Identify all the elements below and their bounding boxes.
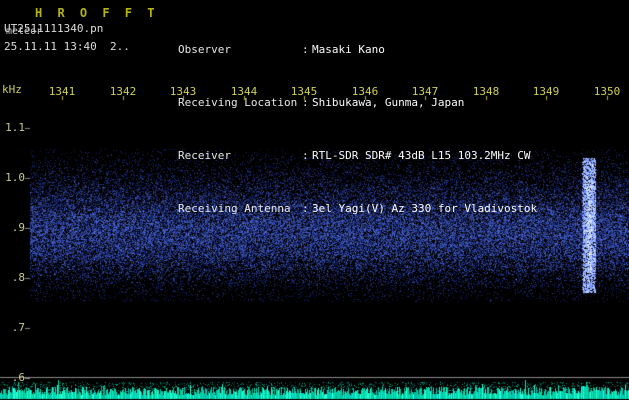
x-tick-label: 1342: [109, 85, 137, 98]
app-title: H R O F F T: [35, 6, 159, 20]
datetime-label: 25.11.11 13:40 2..: [4, 40, 130, 53]
y-tick-label: 1.0: [5, 171, 25, 184]
header-info: Observer: Masaki Kano Receiving Location:…: [178, 5, 537, 255]
header-value: RTL-SDR SDR# 43dB L15 103.2MHz CW: [312, 149, 531, 162]
y-tick-label: 1.1: [5, 121, 25, 134]
x-tick-label: 1348: [472, 85, 500, 98]
header-row-antenna: Receiving Antenna:3el Yagi(V) Az 330 for…: [178, 202, 537, 217]
header-row-receiver: Receiver: RTL-SDR SDR# 43dB L15 103.2MHz …: [178, 149, 537, 164]
x-tick-label: 1347: [411, 85, 439, 98]
header-label: Receiving Antenna: [178, 202, 291, 215]
y-axis-unit: kHz: [2, 83, 22, 96]
filename-tag: meteor: [6, 26, 43, 37]
hrofft-screen: H R O F F T UT2511111340.pn meteor 25.11.…: [0, 0, 629, 400]
header-label: Receiver: [178, 149, 231, 162]
colon-separator: :: [302, 149, 309, 162]
colon-separator: :: [302, 202, 309, 215]
header-row-location: Receiving Location: Shibukawa, Gunma, Jap…: [178, 96, 537, 111]
x-tick-label: 1343: [169, 85, 197, 98]
y-tick-label: .8: [11, 271, 25, 284]
x-tick-label: 1349: [532, 85, 560, 98]
filename-line: UT2511111340.pn meteor: [4, 22, 103, 37]
y-tick-label: .6: [11, 371, 25, 384]
header-value: 3el Yagi(V) Az 330 for Vladivostok: [312, 202, 538, 215]
colon-separator: :: [302, 43, 309, 56]
header-row-observer: Observer: Masaki Kano: [178, 43, 537, 58]
header-label: Observer: [178, 43, 231, 56]
x-tick-label: 1344: [230, 85, 258, 98]
y-tick-label: .9: [11, 221, 25, 234]
x-tick-label: 1345: [290, 85, 318, 98]
x-tick-label: 1350: [593, 85, 621, 98]
header-value: Masaki Kano: [312, 43, 385, 56]
y-tick-label: .7: [11, 321, 25, 334]
header-value: Shibukawa, Gunma, Japan: [312, 96, 465, 109]
x-tick-label: 1341: [48, 85, 76, 98]
x-tick-label: 1346: [351, 85, 379, 98]
